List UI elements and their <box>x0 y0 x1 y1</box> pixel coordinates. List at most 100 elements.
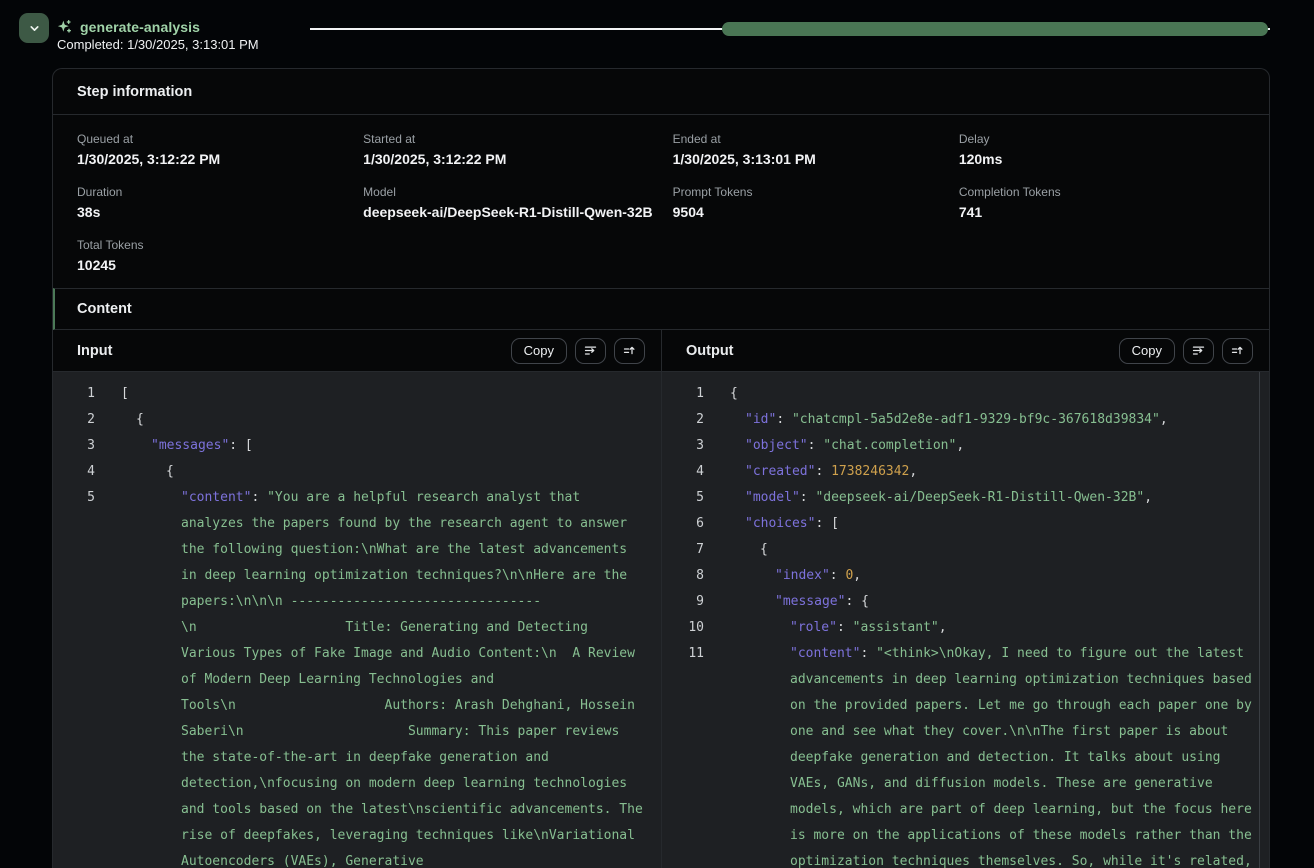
code-line: 10 "role": "assistant", <box>674 615 1253 641</box>
arrow-up-lines-icon <box>622 343 637 358</box>
info-label: Completion Tokens <box>959 185 1245 199</box>
input-panel-header: Input Copy <box>53 330 661 372</box>
line-number: 5 <box>65 485 95 511</box>
step-information-title: Step information <box>77 84 192 100</box>
info-label: Delay <box>959 132 1245 146</box>
code-line: 1[ <box>65 381 645 407</box>
code-line: 2 "id": "chatcmpl-5a5d2e8e-adf1-9329-bf9c… <box>674 407 1253 433</box>
code-line: 7{ <box>674 537 1253 563</box>
arrow-up-lines-icon <box>1230 343 1245 358</box>
code-line: 6 "choices": [ <box>674 511 1253 537</box>
info-field-delay: Delay 120ms <box>959 132 1245 167</box>
step-info-grid: Queued at 1/30/2025, 3:12:22 PMStarted at… <box>53 115 1269 288</box>
code-line: 4 "created": 1738246342, <box>674 459 1253 485</box>
info-label: Duration <box>77 185 363 199</box>
line-number: 1 <box>65 381 95 407</box>
output-wrap-text-button[interactable] <box>1183 338 1214 364</box>
code-line: 3 "messages": [ <box>65 433 645 459</box>
line-number: 3 <box>674 433 704 459</box>
collapse-button[interactable] <box>19 13 49 43</box>
code-text: "role": "assistant", <box>730 615 947 641</box>
code-text: "created": 1738246342, <box>730 459 917 485</box>
input-code-viewer[interactable]: 1[2{3"messages": [4{5"content": "You are… <box>53 372 661 868</box>
code-line: 1{ <box>674 381 1253 407</box>
info-label: Model <box>363 185 672 199</box>
line-number: 2 <box>65 407 95 433</box>
code-line: 3 "object": "chat.completion", <box>674 433 1253 459</box>
line-number: 9 <box>674 589 704 615</box>
info-label: Queued at <box>77 132 363 146</box>
content-panels: Input Copy <box>53 330 1269 868</box>
input-panel-title: Input <box>77 343 503 359</box>
info-value: 1/30/2025, 3:12:22 PM <box>77 151 363 167</box>
timeline-duration-bar[interactable] <box>722 22 1268 36</box>
info-field-total-tokens: Total Tokens 10245 <box>77 238 363 273</box>
line-number: 5 <box>674 485 704 511</box>
output-copy-button[interactable]: Copy <box>1119 338 1175 364</box>
code-text: "model": "deepseek-ai/DeepSeek-R1-Distil… <box>730 485 1152 511</box>
output-code-viewer[interactable]: 1{2"id": "chatcmpl-5a5d2e8e-adf1-9329-bf… <box>662 372 1269 868</box>
line-number: 8 <box>674 563 704 589</box>
run-title: generate-analysis <box>80 19 200 35</box>
info-label: Prompt Tokens <box>673 185 959 199</box>
info-label: Ended at <box>673 132 959 146</box>
info-value: 9504 <box>673 204 959 220</box>
code-line: 5 "content": "You are a helpful research … <box>65 485 645 868</box>
code-text: { <box>121 459 174 485</box>
code-line: 11"content": "<think>\nOkay, I need to f… <box>674 641 1253 868</box>
line-number: 3 <box>65 433 95 459</box>
wrap-text-icon <box>583 343 598 358</box>
code-text: "object": "chat.completion", <box>730 433 964 459</box>
info-value: 10245 <box>77 257 363 273</box>
input-wrap-text-button[interactable] <box>575 338 606 364</box>
info-value: 1/30/2025, 3:13:01 PM <box>673 151 959 167</box>
wrap-text-icon <box>1191 343 1206 358</box>
info-field-duration: Duration 38s <box>77 185 363 220</box>
info-label: Total Tokens <box>77 238 363 252</box>
code-line: 2{ <box>65 407 645 433</box>
info-field-prompt-tokens: Prompt Tokens 9504 <box>673 185 959 220</box>
info-value: 741 <box>959 204 1245 220</box>
line-number: 1 <box>674 381 704 407</box>
output-panel-title: Output <box>686 343 1111 359</box>
code-line: 4{ <box>65 459 645 485</box>
content-section-header: Content <box>53 288 1269 330</box>
code-text: "messages": [ <box>121 433 253 459</box>
code-text: { <box>730 381 738 407</box>
line-number: 4 <box>65 459 95 485</box>
code-text: [ <box>121 381 129 407</box>
info-label: Started at <box>363 132 672 146</box>
code-line: 5 "model": "deepseek-ai/DeepSeek-R1-Disti… <box>674 485 1253 511</box>
line-number: 10 <box>674 615 704 641</box>
code-text: "choices": [ <box>730 511 839 537</box>
code-text: { <box>121 407 144 433</box>
content-section-title: Content <box>77 301 132 317</box>
info-field-model: Model deepseek-ai/DeepSeek-R1-Distill-Qwe… <box>363 185 672 220</box>
info-value: 38s <box>77 204 363 220</box>
line-number: 6 <box>674 511 704 537</box>
line-number: 2 <box>674 407 704 433</box>
info-value: 120ms <box>959 151 1245 167</box>
page: generate-analysis Completed: 1/30/2025, … <box>0 0 1314 868</box>
line-number: 4 <box>674 459 704 485</box>
info-field-completion-tokens: Completion Tokens 741 <box>959 185 1245 220</box>
line-number: 11 <box>674 641 704 667</box>
input-panel: Input Copy <box>53 330 661 868</box>
sparkles-icon <box>56 19 72 35</box>
code-text: "index": 0, <box>730 563 861 589</box>
code-text: "id": "chatcmpl-5a5d2e8e-adf1-9329-bf9c-… <box>730 407 1168 433</box>
output-scrollbar[interactable] <box>1259 372 1260 868</box>
input-expand-button[interactable] <box>614 338 645 364</box>
info-value: deepseek-ai/DeepSeek-R1-Distill-Qwen-32B <box>363 204 672 220</box>
step-information-header: Step information <box>53 69 1269 115</box>
output-expand-button[interactable] <box>1222 338 1253 364</box>
code-text: "content": "You are a helpful research a… <box>121 485 643 868</box>
line-number: 7 <box>674 537 704 563</box>
info-field-started-at: Started at1/30/2025, 3:12:22 PM <box>363 132 672 167</box>
output-panel: Output Copy <box>661 330 1269 868</box>
code-text: { <box>730 537 768 563</box>
info-field-ended-at: Ended at 1/30/2025, 3:13:01 PM <box>673 132 959 167</box>
code-line: 9 "message": { <box>674 589 1253 615</box>
input-copy-button[interactable]: Copy <box>511 338 567 364</box>
code-text: "message": { <box>730 589 869 615</box>
